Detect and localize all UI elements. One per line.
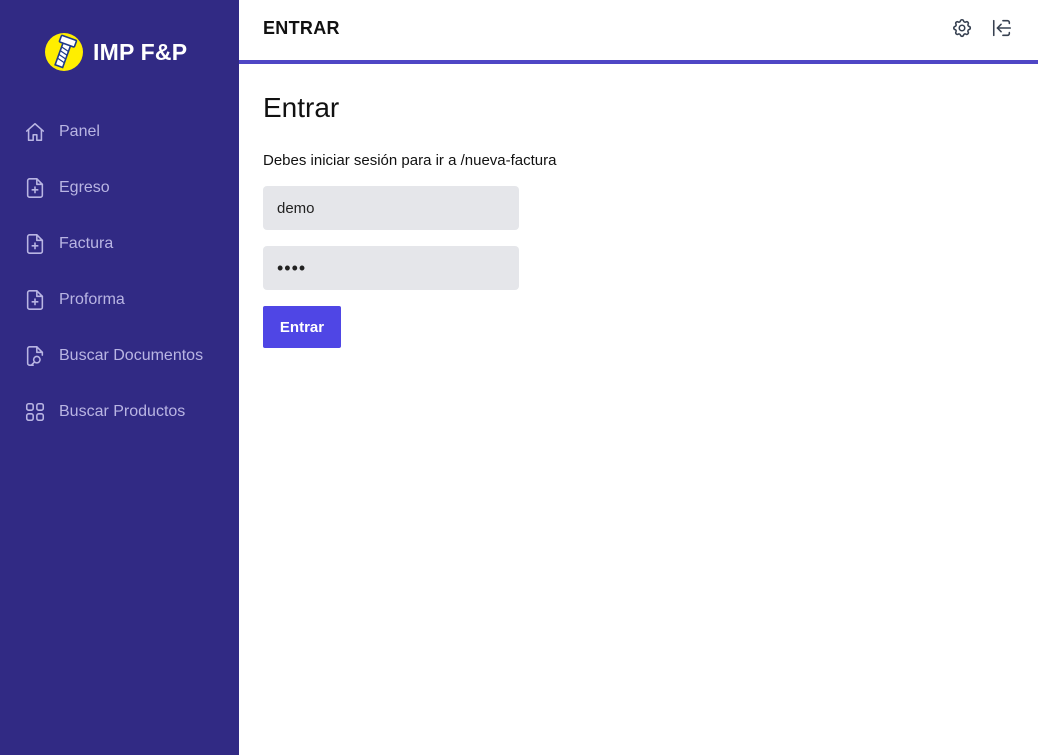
sidebar-item-label: Egreso xyxy=(59,179,110,196)
login-button[interactable]: Entrar xyxy=(263,306,341,348)
brand-name: IMP F&P xyxy=(93,38,188,65)
password-input[interactable] xyxy=(263,246,519,290)
sidebar-item-proforma[interactable]: Proforma xyxy=(0,272,239,328)
home-icon xyxy=(24,121,46,143)
login-section: Entrar Debes iniciar sesión para ir a /n… xyxy=(239,64,1038,348)
sidebar-item-panel[interactable]: Panel xyxy=(0,104,239,160)
sidebar-item-buscar-productos[interactable]: Buscar Productos xyxy=(0,384,239,440)
bolt-logo-icon xyxy=(44,32,84,72)
sidebar-item-label: Buscar Productos xyxy=(59,403,186,420)
username-input[interactable] xyxy=(263,186,519,230)
sidebar-item-label: Factura xyxy=(59,235,114,252)
logout-icon[interactable] xyxy=(990,16,1014,40)
sidebar: IMP F&P Panel Egreso Factura Proforma Bu… xyxy=(0,0,239,755)
document-plus-icon xyxy=(24,177,46,199)
login-form: Entrar xyxy=(263,186,1014,348)
main-area: ENTRAR Entrar Debes iniciar sesión para … xyxy=(239,0,1038,755)
sidebar-item-label: Panel xyxy=(59,123,100,140)
document-search-icon xyxy=(24,345,46,367)
header-actions xyxy=(950,16,1014,40)
login-message: Debes iniciar sesión para ir a /nueva-fa… xyxy=(263,152,557,169)
top-bar: ENTRAR xyxy=(239,0,1038,64)
sidebar-nav: Panel Egreso Factura Proforma Buscar Doc… xyxy=(0,104,239,440)
page-header-title: ENTRAR xyxy=(263,17,340,38)
grid-icon xyxy=(24,401,46,423)
brand[interactable]: IMP F&P xyxy=(0,0,239,104)
sidebar-item-label: Buscar Documentos xyxy=(59,347,204,364)
document-plus-icon xyxy=(24,233,46,255)
app-window: IMP F&P Panel Egreso Factura Proforma Bu… xyxy=(0,0,1038,755)
sidebar-item-factura[interactable]: Factura xyxy=(0,216,239,272)
document-plus-icon xyxy=(24,289,46,311)
gear-icon[interactable] xyxy=(950,16,974,40)
sidebar-item-egreso[interactable]: Egreso xyxy=(0,160,239,216)
sidebar-item-buscar-documentos[interactable]: Buscar Documentos xyxy=(0,328,239,384)
page-title: Entrar xyxy=(263,92,340,123)
sidebar-item-label: Proforma xyxy=(59,291,125,308)
